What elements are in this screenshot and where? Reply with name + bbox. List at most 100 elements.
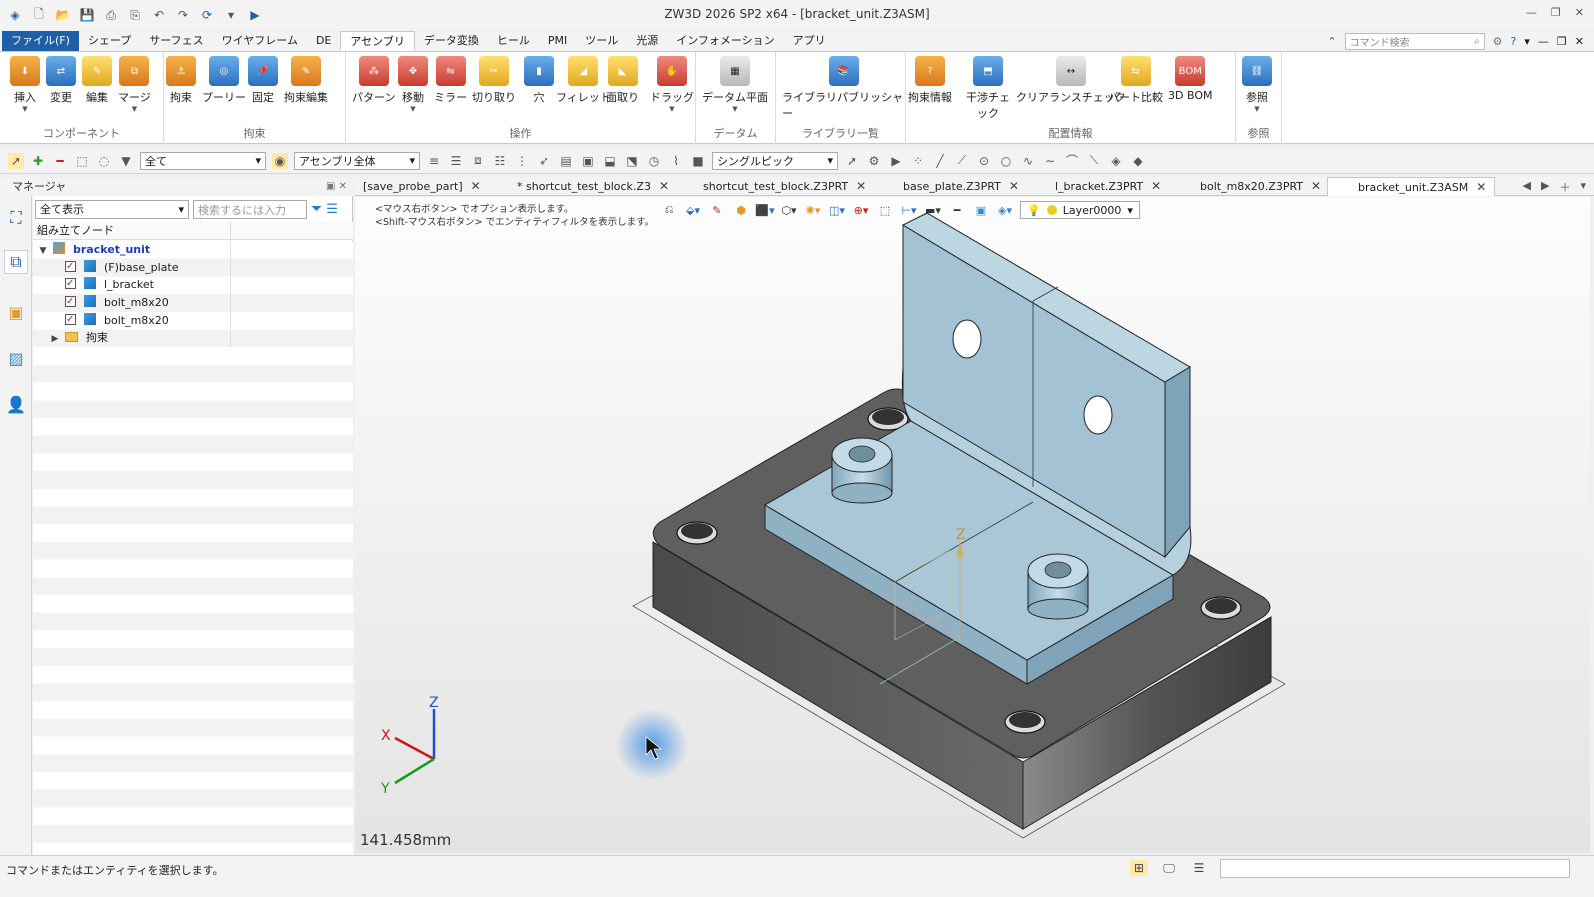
doc-restore-icon[interactable]: ❐	[1557, 35, 1567, 48]
assembly-tree-tab-icon[interactable]: ⧉	[4, 250, 28, 274]
save-icon[interactable]: 💾	[78, 6, 96, 24]
pointer-icon[interactable]: ➶	[536, 153, 552, 169]
close-tab-icon[interactable]: ✕	[1151, 179, 1161, 193]
help-dropdown-icon[interactable]: ▾	[1524, 35, 1530, 48]
interference-check-button[interactable]: ⬒ 干渉チェック	[962, 56, 1014, 121]
clip-icon[interactable]: ⌇	[668, 153, 684, 169]
customize-dropdown-icon[interactable]: ▾	[222, 6, 240, 24]
doc-tab-l-bracket[interactable]: l_bracket.Z3PRT ✕	[1055, 177, 1161, 196]
new-tab-icon[interactable]: ＋	[1559, 179, 1570, 195]
pick-points-icon[interactable]: ⁘	[910, 153, 926, 169]
open-file-icon[interactable]: 📂	[54, 6, 72, 24]
tab-wireframe[interactable]: ワイヤフレーム	[213, 31, 307, 51]
parts-tab-icon[interactable]: ▣	[4, 300, 28, 324]
close-tab-icon[interactable]: ✕	[856, 179, 866, 193]
edit-button[interactable]: ✎ 編集	[82, 56, 112, 105]
tree-item-bolt-1[interactable]: bolt_m8x20	[33, 293, 353, 312]
pick-face-icon[interactable]: ◈	[1108, 153, 1124, 169]
pick-pointer-icon[interactable]: ➚	[844, 153, 860, 169]
view-icon[interactable]: ⬔	[624, 153, 640, 169]
settings-gear-icon[interactable]: ⚙	[1493, 35, 1503, 48]
close-tab-icon[interactable]: ✕	[471, 179, 481, 193]
add-icon[interactable]: ✚	[30, 153, 46, 169]
doc-tab-save-probe[interactable]: [save_probe_part] ✕	[363, 177, 481, 196]
constraint-button[interactable]: ⚓ 拘束	[166, 56, 196, 105]
pick-body-icon[interactable]: ◆	[1130, 153, 1146, 169]
doc-tab-base-plate[interactable]: base_plate.Z3PRT ✕	[903, 177, 1019, 196]
drag-button[interactable]: ✋ ドラッグ ▼	[650, 56, 694, 113]
regenerate-icon[interactable]: ⟳	[198, 6, 216, 24]
merge-button[interactable]: ⧉ マージ ▼	[118, 56, 151, 113]
undo-icon[interactable]: ↶	[150, 6, 168, 24]
tab-data-conversion[interactable]: データ変換	[415, 31, 488, 51]
tab-heal[interactable]: ヒール	[488, 31, 539, 51]
display-filter-select[interactable]: 全て表示 ▾	[35, 199, 189, 219]
tab-shape[interactable]: シェープ	[79, 31, 140, 51]
history-tab-icon[interactable]: ⛶	[4, 206, 28, 230]
command-input[interactable]	[1220, 859, 1570, 878]
list-icon[interactable]: ☷	[492, 153, 508, 169]
pick-gear-icon[interactable]: ⚙	[866, 153, 882, 169]
tab-tools[interactable]: ツール	[576, 31, 627, 51]
filter-list-icon[interactable]: ☰	[326, 202, 338, 217]
visibility-checkbox[interactable]	[65, 275, 76, 293]
tab-assembly[interactable]: アセンブリ	[340, 31, 415, 51]
tree-item-bolt-2[interactable]: bolt_m8x20	[33, 311, 353, 330]
table-icon[interactable]: ▤	[558, 153, 574, 169]
datum-plane-button[interactable]: ▦ データム平面 ▼	[702, 56, 768, 113]
close-tab-icon[interactable]: ✕	[659, 179, 669, 193]
pick-edge-icon[interactable]: ⟍	[1086, 153, 1102, 169]
column-divider[interactable]	[230, 222, 231, 239]
tree-item-base-plate[interactable]: (F)base_plate	[33, 258, 353, 277]
pick-segment-icon[interactable]: ⟋	[954, 153, 970, 169]
new-file-icon[interactable]: 🗋	[30, 6, 48, 24]
lasso-icon[interactable]: ◌	[96, 153, 112, 169]
move-button[interactable]: ✥ 移動 ▼	[398, 56, 428, 113]
tree-root-row[interactable]: ▼ bracket_unit	[33, 241, 353, 259]
app-logo-icon[interactable]: ◈	[6, 6, 24, 24]
close-tab-icon[interactable]: ✕	[1009, 179, 1019, 193]
restore-icon[interactable]: ❐	[1551, 6, 1561, 19]
print-icon[interactable]: ⎙	[102, 6, 120, 24]
stop-icon[interactable]: ■	[690, 153, 706, 169]
command-search-input[interactable]: コマンド検索 ⌕	[1344, 33, 1485, 50]
tab-pmi[interactable]: PMI	[539, 31, 576, 51]
visual-tab-icon[interactable]: ▨	[4, 346, 28, 370]
entity-filter-select[interactable]: 全て ▾	[140, 151, 266, 170]
assembly-model[interactable]: Z Z X Y	[355, 197, 1590, 853]
timer-icon[interactable]: ◷	[646, 153, 662, 169]
minimize-icon[interactable]: —	[1526, 6, 1537, 19]
library-publisher-button[interactable]: 📚 ライブラリパブリッシャー	[782, 56, 905, 121]
doc-minimize-icon[interactable]: —	[1538, 35, 1549, 48]
close-tab-icon[interactable]: ✕	[1476, 180, 1486, 194]
tab-list-icon[interactable]: ▾	[1580, 179, 1586, 195]
doc-tab-bolt[interactable]: bolt_m8x20.Z3PRT ✕	[1200, 177, 1321, 196]
collapse-ribbon-icon[interactable]: ⌃	[1327, 35, 1336, 48]
pulley-button[interactable]: ◎ プーリー	[202, 56, 246, 105]
reference-button[interactable]: ⛓ 参照 ▼	[1242, 56, 1272, 113]
layers-icon[interactable]: ⧈	[470, 153, 486, 169]
tree-item-l-bracket[interactable]: l_bracket	[33, 275, 353, 295]
image-icon[interactable]: ▣	[580, 153, 596, 169]
pick-mode-select[interactable]: シングルピック ▾	[712, 151, 838, 170]
component-icon[interactable]: ⬓	[602, 153, 618, 169]
mirror-button[interactable]: ⇋ ミラー	[434, 56, 467, 105]
stack-icon[interactable]: ☰	[448, 153, 464, 169]
tab-de[interactable]: DE	[307, 31, 340, 51]
bom-3d-button[interactable]: BOM 3D BOM	[1168, 56, 1212, 102]
remove-icon[interactable]: ━	[52, 153, 68, 169]
pattern-button[interactable]: ⁂ パターン	[352, 56, 395, 105]
cut-button[interactable]: ✂ 切り取り	[472, 56, 516, 105]
modify-button[interactable]: ⇄ 変更	[46, 56, 76, 105]
filter-icon[interactable]: ▼	[118, 153, 134, 169]
tab-surface[interactable]: サーフェス	[140, 31, 212, 51]
doc-tab-shortcut-test-prt[interactable]: shortcut_test_block.Z3PRT ✕	[703, 177, 866, 196]
list-toggle-icon[interactable]: ☰	[1190, 860, 1208, 876]
constraint-info-button[interactable]: ? 拘束情報	[908, 56, 952, 105]
tree-item-constraints[interactable]: ▶ 拘束	[33, 329, 353, 348]
chamfer-button[interactable]: ◣ 面取り	[606, 56, 639, 105]
scope-icon[interactable]: ◉	[272, 152, 288, 169]
doc-close-icon[interactable]: ✕	[1575, 35, 1584, 48]
help-icon[interactable]: ?	[1511, 35, 1517, 48]
tab-file[interactable]: ファイル(F)	[2, 31, 79, 51]
